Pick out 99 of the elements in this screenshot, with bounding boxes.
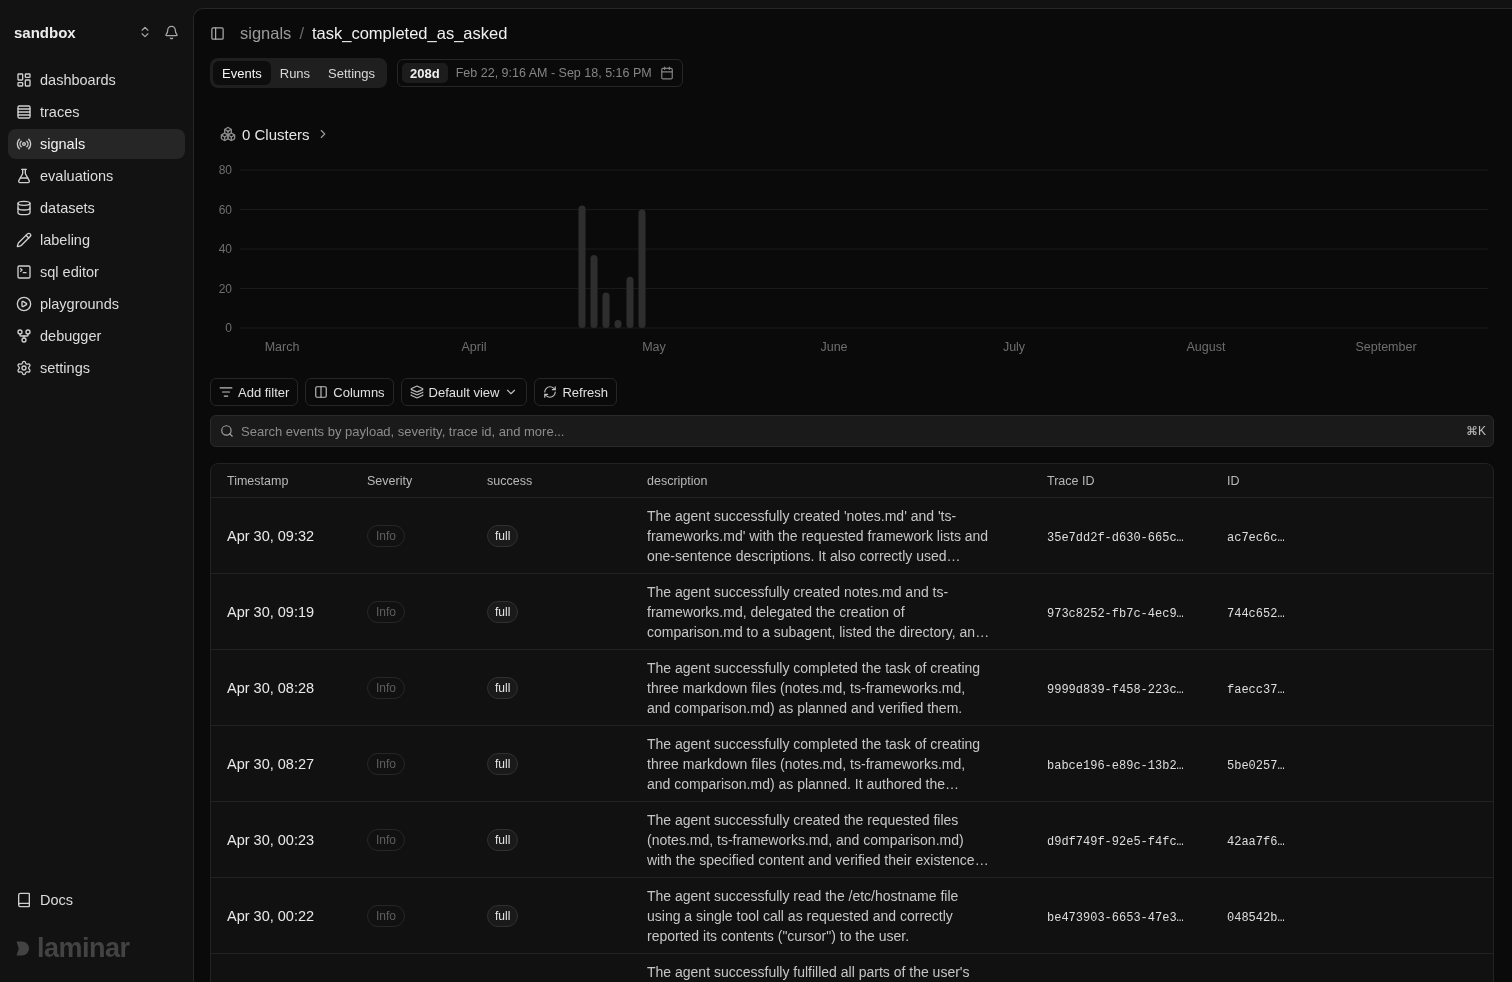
play-circle-icon bbox=[16, 296, 32, 312]
nav-item[interactable]: evaluations bbox=[8, 161, 185, 191]
column-header: Trace ID bbox=[1047, 473, 1096, 488]
calendar-icon bbox=[659, 66, 674, 80]
nav-item[interactable]: playgrounds bbox=[8, 289, 185, 319]
id-cell: 5be0257… bbox=[1227, 758, 1285, 773]
id-cell: ac7ec6c… bbox=[1227, 530, 1285, 545]
radio-waves-icon bbox=[16, 136, 32, 152]
breadcrumb-separator: / bbox=[299, 23, 304, 43]
success-badge: full bbox=[487, 752, 519, 775]
layers-icon bbox=[409, 385, 424, 399]
filter-icon bbox=[219, 385, 233, 399]
workspace-name: sandbox bbox=[14, 23, 77, 41]
x-axis-label: March bbox=[264, 340, 300, 354]
chart-bar bbox=[626, 276, 634, 328]
x-axis-label: August bbox=[1186, 340, 1226, 354]
sidebar-toggle-icon[interactable] bbox=[210, 25, 225, 41]
nav-item[interactable]: traces bbox=[8, 97, 185, 127]
timestamp-cell: Apr 30, 08:27 bbox=[227, 755, 315, 772]
timestamp-cell: Apr 30, 09:19 bbox=[227, 603, 315, 620]
y-axis-label: 60 bbox=[218, 202, 232, 217]
id-cell: 048542b… bbox=[1227, 910, 1285, 925]
column-header: success bbox=[487, 473, 534, 488]
docs-link[interactable]: Docs bbox=[8, 885, 185, 915]
refresh-icon bbox=[543, 385, 558, 399]
book-icon bbox=[16, 892, 32, 908]
success-badge: full bbox=[487, 676, 519, 699]
trace-id-cell: babce196-e89c-13b2… bbox=[1047, 758, 1184, 773]
y-axis-label: 20 bbox=[218, 281, 232, 296]
id-cell: 42aa7f6… bbox=[1227, 834, 1285, 849]
chart-bar bbox=[614, 320, 622, 328]
success-badge: full bbox=[487, 904, 519, 927]
trace-id-cell: d9df749f-92e5-f4fc… bbox=[1047, 834, 1184, 849]
x-axis-label: April bbox=[461, 340, 487, 354]
x-axis-label: May bbox=[642, 340, 666, 354]
y-axis-label: 80 bbox=[218, 163, 232, 177]
pencil-icon bbox=[16, 232, 32, 248]
timestamp-cell: Apr 30, 00:22 bbox=[227, 907, 315, 924]
logo-mark-icon bbox=[16, 940, 30, 956]
description-cell-text: The agent successfully created the requested files (notes.md, ts-frameworks.md, and comparison.md) with the specified content and verified their existence… bbox=[647, 811, 990, 870]
timestamp-cell: Apr 30, 09:32 bbox=[227, 527, 315, 544]
column-header: description bbox=[647, 473, 709, 488]
trace-id-cell: 973c8252-fb7c-4ec9… bbox=[1047, 606, 1184, 621]
preset-badge: 208d bbox=[402, 63, 448, 83]
nav-item[interactable]: settings bbox=[8, 353, 185, 383]
timestamp-cell: Apr 30, 00:23 bbox=[227, 831, 315, 848]
tab[interactable]: Runs bbox=[270, 61, 320, 85]
trace-id-cell: be473903-6653-47e3… bbox=[1047, 910, 1184, 925]
layout-grid-icon bbox=[16, 72, 32, 88]
page-title: task_completed_as_asked bbox=[311, 23, 508, 43]
description-cell-text: The agent successfully created 'notes.md' and 'ts-frameworks.md' with the requested framework lists and one-sentence descriptions. It also correctly used… bbox=[647, 507, 990, 566]
nav-item[interactable]: sql editor bbox=[8, 257, 185, 287]
date-range-button[interactable]: 208d Feb 22, 9:16 AM - Sep 18, 5:16 PM bbox=[397, 59, 683, 87]
chart-bar bbox=[602, 292, 610, 328]
toolbar-button[interactable]: Default view bbox=[400, 378, 528, 406]
column-header: Severity bbox=[367, 473, 414, 488]
columns-icon bbox=[314, 385, 329, 399]
fork-icon bbox=[16, 328, 32, 344]
success-badge: full bbox=[487, 524, 519, 547]
description-cell-text: The agent successfully completed the task of creating three markdown files (notes.md, ts-frameworks.md, and comparison.md) as planned. It authored the… bbox=[647, 735, 982, 794]
toolbar-button[interactable]: Columns bbox=[305, 378, 394, 406]
tab[interactable]: Events bbox=[213, 61, 271, 85]
description-cell-text: The agent successfully completed the task of creating three markdown files (notes.md, ts-frameworks.md, and comparison.md) as planned and verified them. bbox=[647, 659, 982, 718]
description-cell-text: The agent successfully created notes.md and ts-frameworks.md, delegated the creation of comparison.md to a subagent, listed the directory, an… bbox=[647, 583, 991, 642]
flask-icon bbox=[16, 168, 32, 184]
column-header: ID bbox=[1227, 473, 1241, 488]
database-icon bbox=[16, 200, 32, 216]
description-cell-text: The agent successfully read the /etc/hostname file using a single tool call as requested and correctly reported its contents ("cursor") to the user. bbox=[647, 887, 960, 946]
y-axis-label: 40 bbox=[218, 242, 232, 256]
x-axis-label: September bbox=[1355, 340, 1417, 354]
column-header: Timestamp bbox=[227, 473, 290, 488]
settings-icon bbox=[16, 360, 32, 376]
timestamp-cell: Apr 30, 08:28 bbox=[227, 679, 315, 696]
rows-icon bbox=[16, 104, 32, 120]
shortcut-hint: ⌘K bbox=[1466, 424, 1486, 438]
success-badge: full bbox=[487, 828, 519, 851]
x-axis-label: July bbox=[1002, 340, 1026, 354]
y-axis-label: 0 bbox=[225, 321, 232, 335]
nav-item[interactable]: datasets bbox=[8, 193, 185, 223]
trace-id-cell: 9999d839-f458-223c… bbox=[1047, 682, 1184, 697]
nav-item[interactable]: labeling bbox=[8, 225, 185, 255]
tab[interactable]: Settings bbox=[319, 61, 385, 85]
x-axis-label: June bbox=[820, 340, 848, 354]
id-cell: faecc37… bbox=[1227, 682, 1285, 697]
success-badge: full bbox=[487, 600, 519, 623]
bell-icon[interactable] bbox=[164, 24, 179, 40]
id-cell: 744c652… bbox=[1227, 606, 1285, 621]
nav-item[interactable]: signals bbox=[8, 129, 185, 159]
trace-id-cell: 35e7dd2f-d630-665c… bbox=[1047, 530, 1184, 545]
toolbar-button[interactable]: Refresh bbox=[534, 378, 617, 406]
nav-item[interactable]: dashboards bbox=[8, 65, 185, 95]
search-icon bbox=[220, 424, 234, 438]
clusters-link[interactable]: 0 Clusters bbox=[210, 124, 330, 144]
nav-item[interactable]: debugger bbox=[8, 321, 185, 351]
breadcrumb-link[interactable]: signals bbox=[240, 23, 292, 43]
toolbar-button[interactable]: Add filter bbox=[210, 378, 299, 406]
description-cell-text: The agent successfully fulfilled all parts of the user's bbox=[647, 963, 971, 982]
terminal-icon bbox=[16, 264, 32, 280]
boxes-icon bbox=[220, 126, 236, 142]
